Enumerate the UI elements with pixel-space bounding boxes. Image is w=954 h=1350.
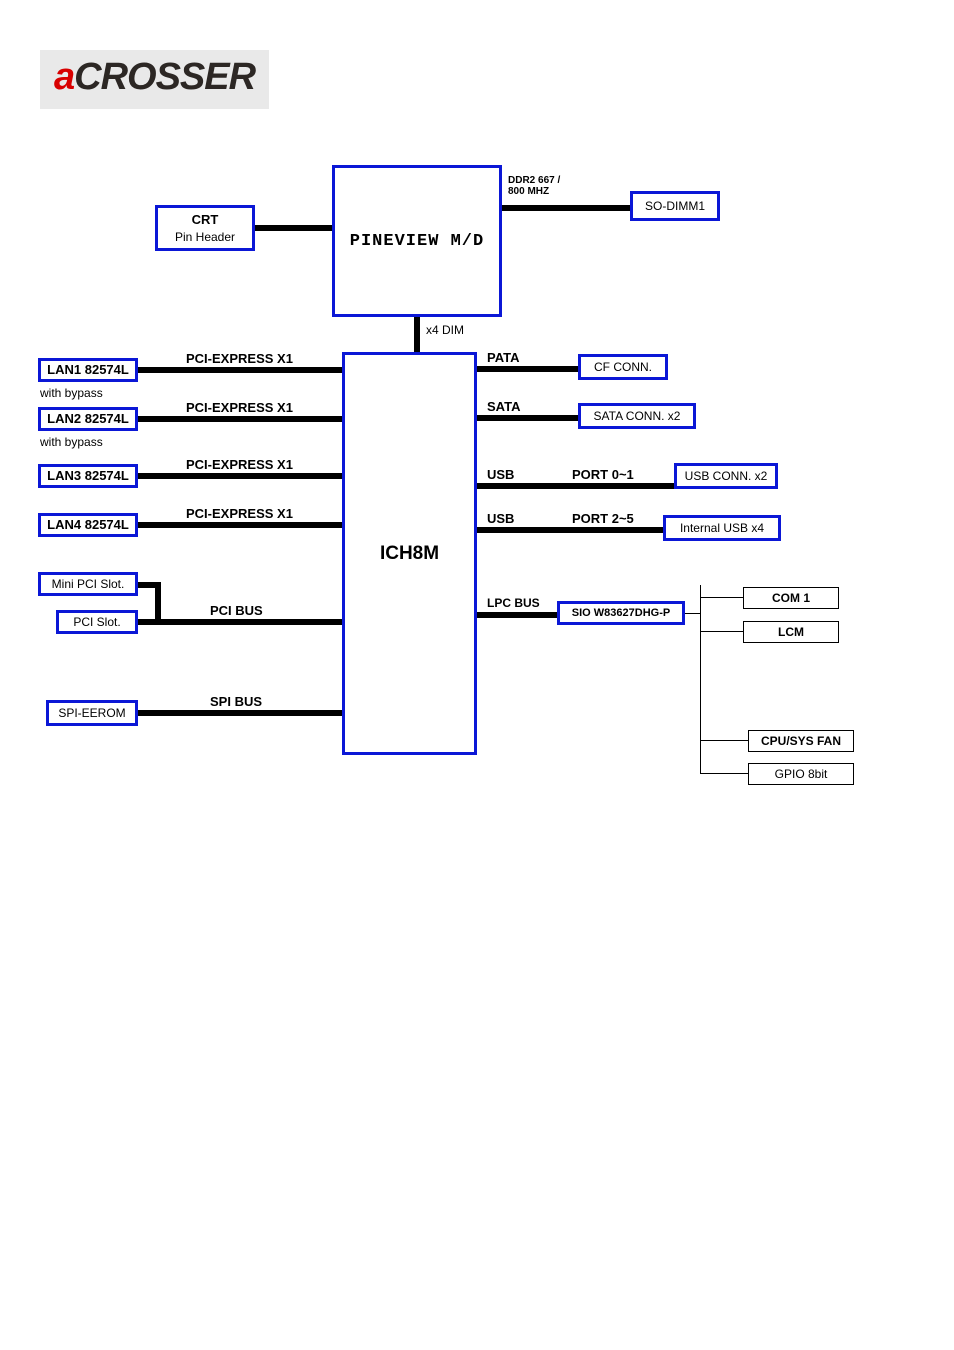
- lan3-block: LAN3 82574L: [38, 464, 138, 488]
- port01-label: PORT 0~1: [572, 467, 634, 482]
- line-lcm: [700, 631, 743, 632]
- conn-pata: [477, 366, 578, 372]
- logo: aCROSSER: [40, 50, 269, 109]
- lan2-block: LAN2 82574L: [38, 407, 138, 431]
- pcie2-label: PCI-EXPRESS X1: [186, 400, 293, 415]
- lpcbus-label: LPC BUS: [487, 596, 540, 610]
- port25-label: PORT 2~5: [572, 511, 634, 526]
- crt-line2: Pin Header: [175, 229, 235, 245]
- conn-usb01: [477, 483, 674, 489]
- intusb-block: Internal USB x4: [663, 515, 781, 541]
- minipci-block: Mini PCI Slot.: [38, 572, 138, 596]
- conn-usb25: [477, 527, 663, 533]
- ich8m-block: ICH8M: [342, 352, 477, 755]
- pcie3-label: PCI-EXPRESS X1: [186, 457, 293, 472]
- sio-block: SIO W83627DHG-P: [557, 601, 685, 625]
- conn-minipci-v: [155, 582, 161, 622]
- sodimm-label: SO-DIMM1: [645, 198, 705, 214]
- conn-lan2: [138, 416, 342, 422]
- crt-block: CRT Pin Header: [155, 205, 255, 251]
- conn-crt: [255, 225, 332, 231]
- line-cpufan: [700, 740, 748, 741]
- logo-rest: CROSSER: [74, 56, 255, 98]
- pcie4-label: PCI-EXPRESS X1: [186, 506, 293, 521]
- spieerom-block: SPI-EEROM: [46, 700, 138, 726]
- conn-lan3: [138, 473, 342, 479]
- lcm-block: LCM: [743, 621, 839, 643]
- sata-label: SATA: [487, 399, 520, 414]
- sio-main-v: [700, 585, 701, 773]
- usb25-label: USB: [487, 511, 514, 526]
- lan1-bypass: with bypass: [40, 386, 103, 400]
- conn-minipci-h: [138, 582, 158, 588]
- lan1-block: LAN1 82574L: [38, 358, 138, 382]
- lan2-bypass: with bypass: [40, 435, 103, 449]
- cfconn-block: CF CONN.: [578, 354, 668, 380]
- pineview-block: PINEVIEW M/D: [332, 165, 502, 317]
- spibus-label: SPI BUS: [210, 694, 262, 709]
- sodimm-block: SO-DIMM1: [630, 191, 720, 221]
- conn-spi: [138, 710, 342, 716]
- sataconn-block: SATA CONN. x2: [578, 403, 696, 429]
- ich8m-label: ICH8M: [380, 543, 439, 565]
- conn-lan1: [138, 367, 342, 373]
- conn-ddr: [502, 205, 630, 211]
- com1-block: COM 1: [743, 587, 839, 609]
- ddr-label: DDR2 667 / 800 MHZ: [508, 175, 560, 197]
- pineview-label: PINEVIEW M/D: [350, 232, 484, 251]
- gpio-block: GPIO 8bit: [748, 763, 854, 785]
- conn-sata: [477, 415, 578, 421]
- usb01-label: USB: [487, 467, 514, 482]
- sio-main-h: [685, 613, 700, 614]
- block-diagram: PINEVIEW M/D CRT Pin Header DDR2 667 / 8…: [38, 165, 908, 835]
- conn-lpc: [477, 612, 557, 618]
- lan4-block: LAN4 82574L: [38, 513, 138, 537]
- line-gpio: [700, 773, 748, 774]
- cpufan-block: CPU/SYS FAN: [748, 730, 854, 752]
- pcibus-label: PCI BUS: [210, 603, 263, 618]
- pcislot-block: PCI Slot.: [56, 610, 138, 634]
- usbconn-block: USB CONN. x2: [674, 463, 778, 489]
- line-com1: [700, 597, 743, 598]
- dmi-label: x4 DIM: [426, 323, 464, 337]
- pcie1-label: PCI-EXPRESS X1: [186, 351, 293, 366]
- conn-pcibus: [138, 619, 342, 625]
- pata-label: PATA: [487, 350, 520, 365]
- logo-prefix: a: [54, 56, 74, 98]
- crt-line1: CRT: [192, 211, 219, 229]
- conn-dmi: [414, 317, 420, 352]
- conn-lan4: [138, 522, 342, 528]
